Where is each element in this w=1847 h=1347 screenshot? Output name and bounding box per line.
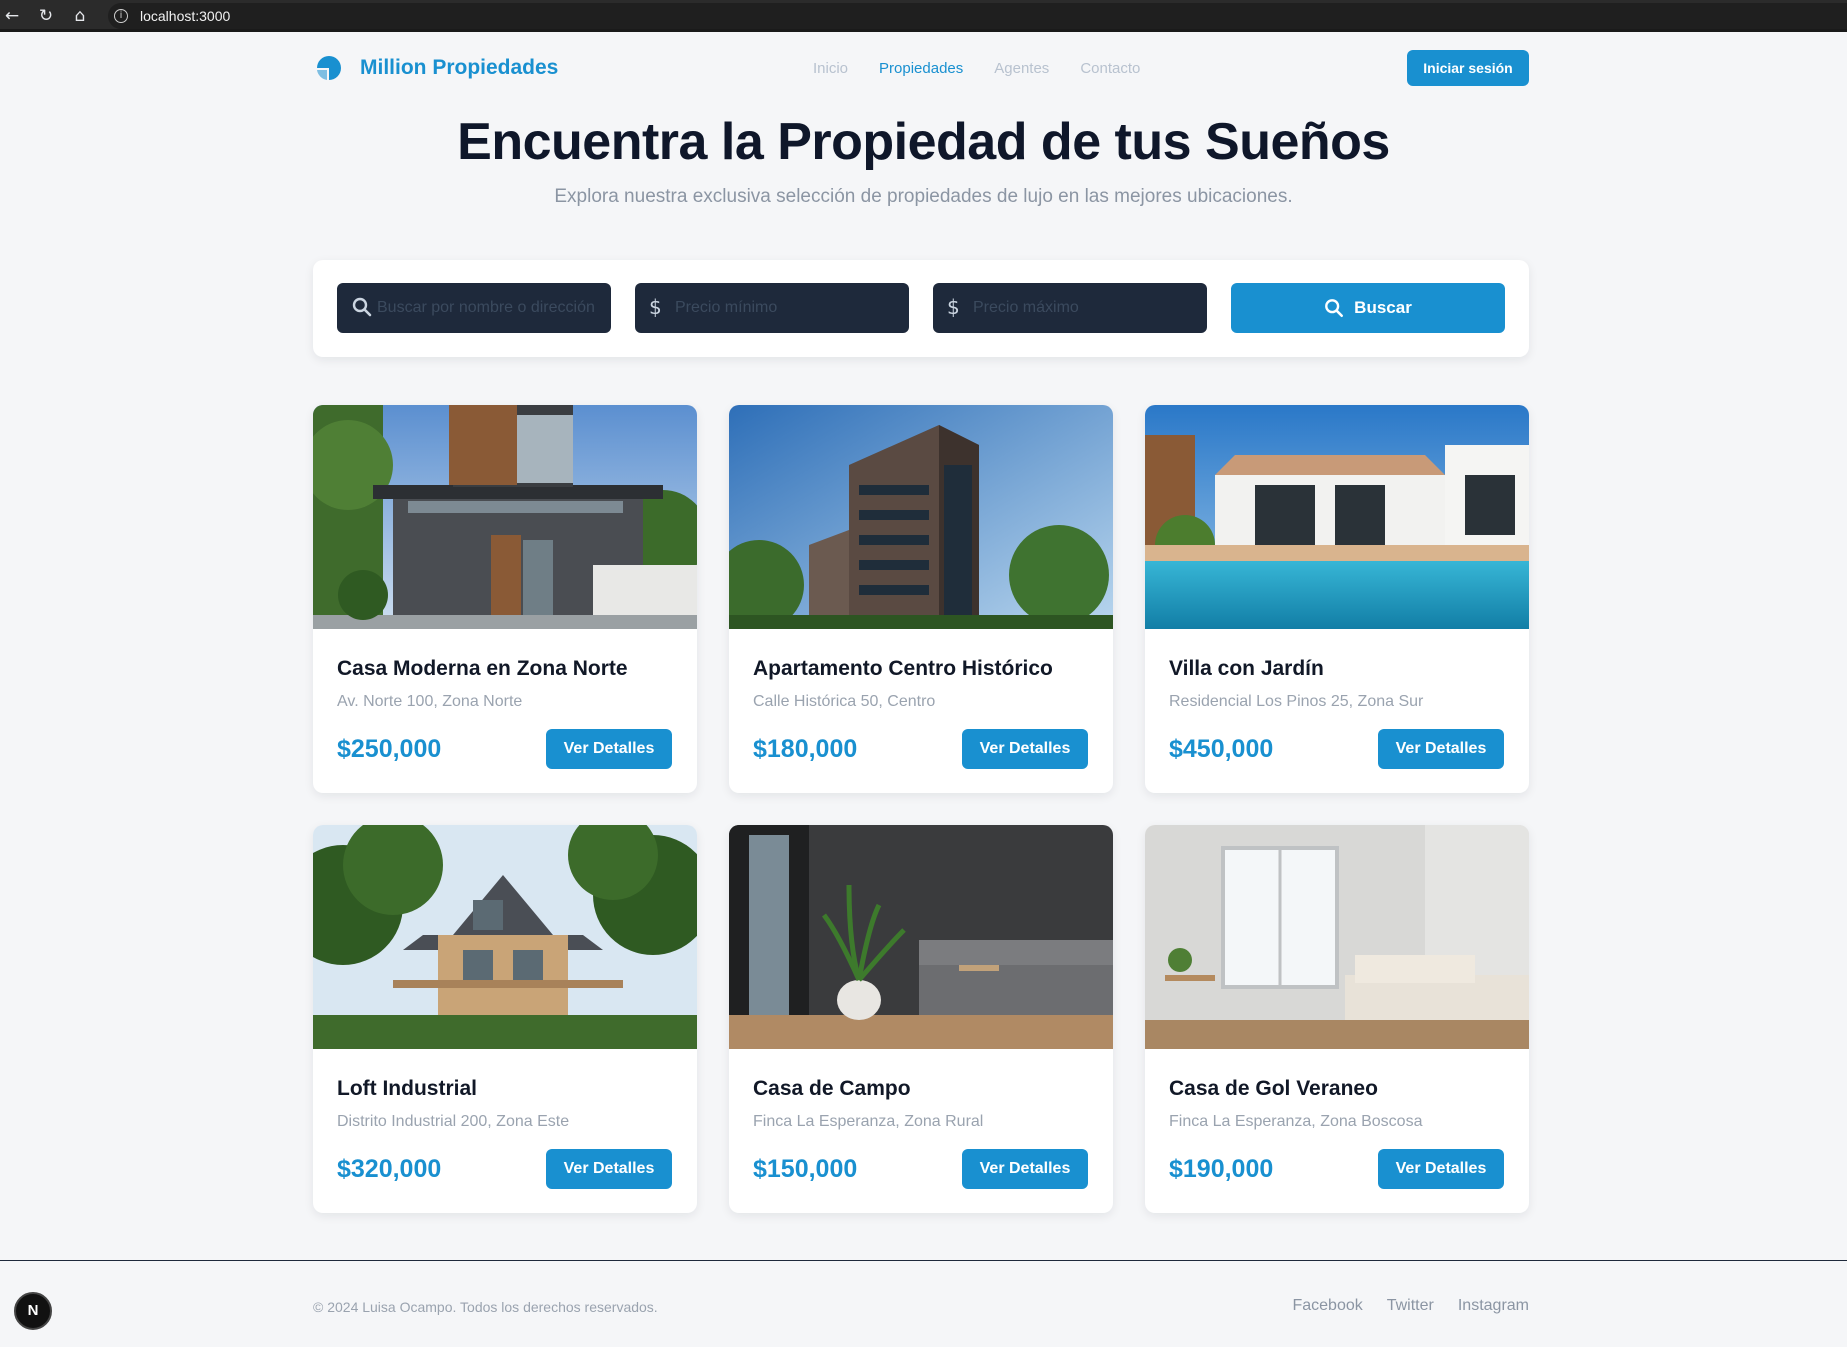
min-price-input[interactable] bbox=[675, 283, 901, 333]
arrow-left-icon[interactable]: ← bbox=[0, 4, 24, 28]
max-price-input[interactable] bbox=[973, 283, 1199, 333]
social-links: Facebook Twitter Instagram bbox=[1292, 1297, 1529, 1315]
min-price-field: $ bbox=[635, 283, 909, 333]
view-details-button[interactable]: Ver Detalles bbox=[546, 1149, 672, 1189]
property-address: Calle Histórica 50, Centro bbox=[753, 693, 936, 710]
property-title: Casa de Campo bbox=[753, 1077, 911, 1100]
property-card: Villa con Jardín Residencial Los Pinos 2… bbox=[1145, 405, 1529, 793]
property-title: Casa de Gol Veraneo bbox=[1169, 1077, 1378, 1100]
property-address: Finca La Esperanza, Zona Rural bbox=[753, 1113, 984, 1130]
nav-item-inicio[interactable]: Inicio bbox=[813, 60, 848, 77]
property-title: Villa con Jardín bbox=[1169, 657, 1324, 680]
view-details-button[interactable]: Ver Detalles bbox=[1378, 729, 1504, 769]
property-price: $180,000 bbox=[753, 735, 858, 763]
search-input[interactable] bbox=[377, 283, 603, 333]
property-card: Casa de Campo Finca La Esperanza, Zona R… bbox=[729, 825, 1113, 1213]
url-text: localhost:3000 bbox=[140, 8, 231, 24]
view-details-button[interactable]: Ver Detalles bbox=[962, 729, 1088, 769]
search-panel: $ $ Buscar bbox=[313, 260, 1529, 357]
nextjs-dev-badge[interactable]: N bbox=[14, 1292, 52, 1330]
dollar-icon: $ bbox=[649, 295, 662, 319]
property-image[interactable] bbox=[313, 405, 697, 629]
nav-item-propiedades[interactable]: Propiedades bbox=[879, 60, 963, 77]
property-card: Casa Moderna en Zona Norte Av. Norte 100… bbox=[313, 405, 697, 793]
property-address: Av. Norte 100, Zona Norte bbox=[337, 693, 523, 710]
property-price: $320,000 bbox=[337, 1155, 442, 1183]
property-image[interactable] bbox=[729, 405, 1113, 629]
browser-toolbar: ← ↻ ⌂ i localhost:3000 bbox=[0, 0, 1847, 32]
site-header: Million Propiedades Inicio Propiedades A… bbox=[0, 35, 1847, 103]
property-price: $150,000 bbox=[753, 1155, 858, 1183]
address-bar[interactable]: i localhost:3000 bbox=[108, 3, 1847, 29]
dollar-icon: $ bbox=[947, 295, 960, 319]
instagram-link[interactable]: Instagram bbox=[1458, 1297, 1529, 1315]
property-price: $250,000 bbox=[337, 735, 442, 763]
logo-icon bbox=[317, 56, 341, 80]
property-title: Apartamento Centro Histórico bbox=[753, 657, 1053, 680]
nav-item-contacto[interactable]: Contacto bbox=[1080, 60, 1140, 77]
view-details-button[interactable]: Ver Detalles bbox=[1378, 1149, 1504, 1189]
main-nav: Inicio Propiedades Agentes Contacto bbox=[813, 60, 1171, 77]
view-details-button[interactable]: Ver Detalles bbox=[546, 729, 672, 769]
twitter-link[interactable]: Twitter bbox=[1387, 1297, 1434, 1315]
brand-link[interactable]: Million Propiedades bbox=[313, 52, 558, 84]
property-image[interactable] bbox=[313, 825, 697, 1049]
property-card: Apartamento Centro Histórico Calle Histó… bbox=[729, 405, 1113, 793]
page-title: Encuentra la Propiedad de tus Sueños bbox=[457, 113, 1390, 171]
search-button-label: Buscar bbox=[1354, 298, 1412, 317]
property-title: Loft Industrial bbox=[337, 1077, 477, 1100]
reload-icon[interactable]: ↻ bbox=[34, 4, 58, 28]
copyright-text: © 2024 Luisa Ocampo. Todos los derechos … bbox=[313, 1299, 658, 1315]
brand-name: Million Propiedades bbox=[360, 56, 559, 79]
property-image[interactable] bbox=[729, 825, 1113, 1049]
property-price: $450,000 bbox=[1169, 735, 1274, 763]
property-price: $190,000 bbox=[1169, 1155, 1274, 1183]
property-image[interactable] bbox=[1145, 825, 1529, 1049]
login-button[interactable]: Iniciar sesión bbox=[1407, 50, 1529, 86]
site-footer: © 2024 Luisa Ocampo. Todos los derechos … bbox=[0, 1260, 1847, 1347]
property-image[interactable] bbox=[1145, 405, 1529, 629]
name-search-field bbox=[337, 283, 611, 333]
property-address: Distrito Industrial 200, Zona Este bbox=[337, 1113, 570, 1130]
property-card: Loft Industrial Distrito Industrial 200,… bbox=[313, 825, 697, 1213]
search-icon bbox=[1325, 299, 1344, 317]
search-button[interactable]: Buscar bbox=[1231, 283, 1505, 333]
property-address: Finca La Esperanza, Zona Boscosa bbox=[1169, 1113, 1423, 1130]
nav-item-agentes[interactable]: Agentes bbox=[994, 60, 1049, 77]
property-address: Residencial Los Pinos 25, Zona Sur bbox=[1169, 693, 1424, 710]
page-subtitle: Explora nuestra exclusiva selección de p… bbox=[554, 186, 1293, 207]
facebook-link[interactable]: Facebook bbox=[1292, 1297, 1362, 1315]
view-details-button[interactable]: Ver Detalles bbox=[962, 1149, 1088, 1189]
property-title: Casa Moderna en Zona Norte bbox=[337, 657, 628, 680]
property-card: Casa de Gol Veraneo Finca La Esperanza, … bbox=[1145, 825, 1529, 1213]
search-icon bbox=[352, 297, 372, 317]
home-icon[interactable]: ⌂ bbox=[68, 4, 92, 28]
max-price-field: $ bbox=[933, 283, 1207, 333]
info-icon[interactable]: i bbox=[114, 9, 128, 23]
